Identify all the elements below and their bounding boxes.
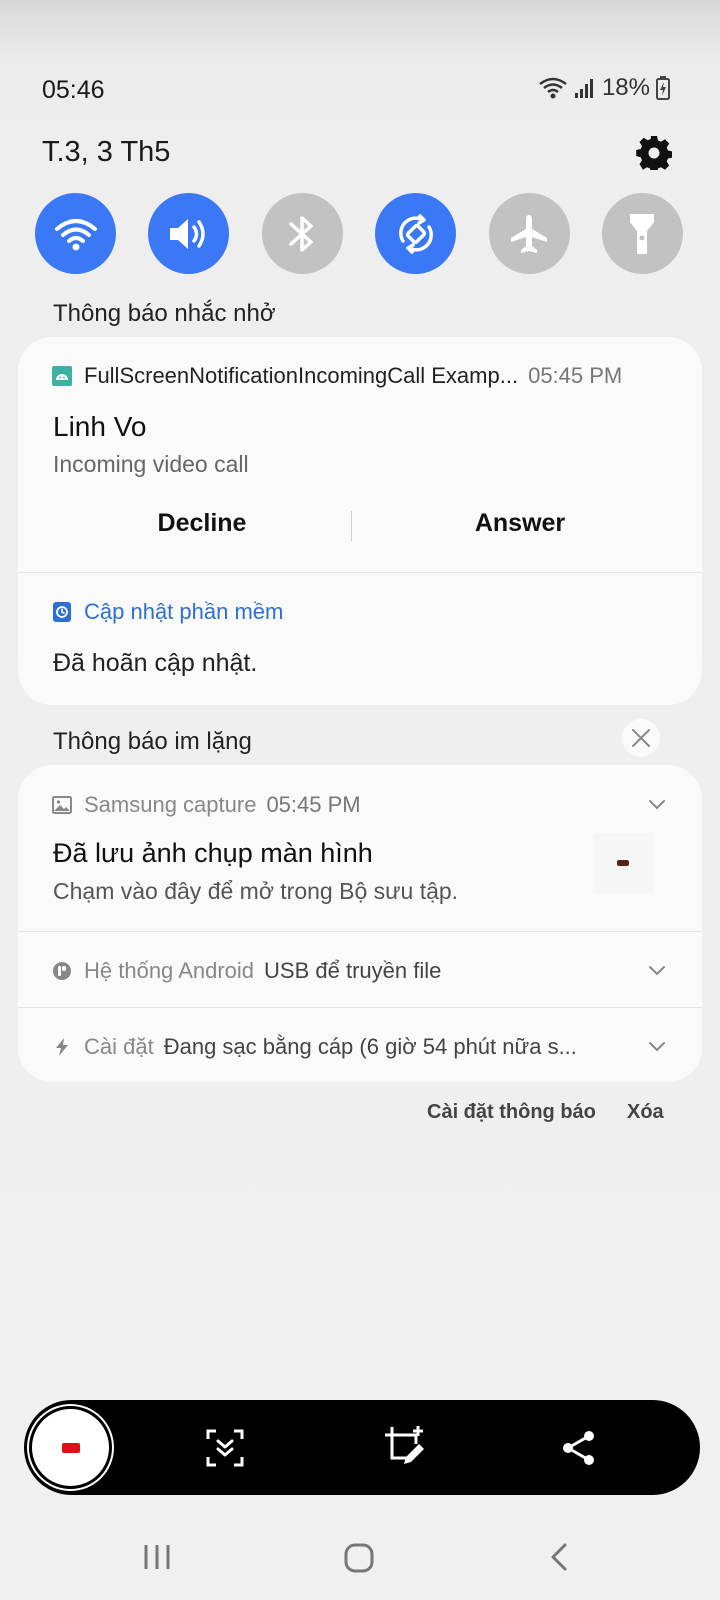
qs-flashlight-toggle[interactable] — [601, 193, 683, 274]
back-icon[interactable] — [547, 1542, 571, 1572]
charging-notification-text: Đang sạc bằng cáp (6 giờ 54 phút nữa s..… — [163, 1034, 577, 1059]
cell-signal-icon — [574, 79, 593, 98]
decline-button[interactable]: Decline — [52, 509, 352, 538]
caller-name: Linh Vo — [53, 411, 147, 442]
capture-title: Đã lưu ảnh chụp màn hình — [53, 838, 373, 868]
notification-settings-link[interactable]: Cài đặt thông báo — [427, 1101, 596, 1124]
android-notification-header: Hệ thống Android USB để truyền file — [52, 958, 441, 984]
status-time: 05:46 — [42, 76, 105, 104]
charging-app-name: Cài đặt — [84, 1034, 154, 1059]
qs-bluetooth-toggle[interactable] — [261, 193, 343, 274]
recent-apps-icon[interactable] — [143, 1542, 173, 1572]
qs-airplane-toggle[interactable] — [488, 193, 570, 274]
action-divider — [351, 511, 352, 541]
qs-sound-toggle[interactable] — [148, 193, 230, 274]
speaker-icon — [169, 218, 205, 249]
preview-mark — [61, 1442, 80, 1453]
clear-silent-button[interactable] — [622, 719, 660, 757]
navigation-bar — [0, 1530, 720, 1585]
settings-gear-icon[interactable] — [636, 134, 672, 170]
call-notification-time: 05:45 PM — [528, 363, 623, 388]
clear-all-link[interactable]: Xóa — [627, 1101, 664, 1124]
capture-notification-header: Samsung capture 05:45 PM — [52, 792, 361, 818]
alerting-section-label: Thông báo nhắc nhở — [53, 300, 276, 327]
update-notification-header: Cập nhật phần mềm — [52, 599, 283, 625]
capture-app-name: Samsung capture — [84, 792, 257, 817]
airplane-icon — [511, 214, 548, 253]
screenshot-preview-button[interactable] — [29, 1406, 112, 1489]
call-notification-header: FullScreenNotificationIncomingCall Examp… — [52, 363, 622, 389]
screenshot-thumbnail — [593, 833, 653, 893]
chevron-down-icon[interactable] — [646, 959, 668, 981]
capture-notification-time: 05:45 PM — [266, 792, 361, 817]
gallery-image-icon — [52, 796, 72, 814]
date-row: T.3, 3 Th5 — [42, 132, 678, 172]
lightning-bolt-icon — [56, 1038, 68, 1056]
bluetooth-icon — [289, 215, 314, 252]
date-text: T.3, 3 Th5 — [42, 136, 171, 168]
call-app-name: FullScreenNotificationIncomingCall Examp… — [84, 363, 519, 388]
auto-rotate-icon — [398, 213, 433, 254]
software-update-notification[interactable]: Cập nhật phần mềm Đã hoãn cập nhật. — [18, 573, 702, 705]
software-update-icon — [53, 602, 71, 622]
wifi-signal-icon — [539, 77, 567, 99]
flashlight-icon — [630, 213, 655, 254]
quick-settings-row — [35, 193, 683, 275]
android-system-notification[interactable]: Hệ thống Android USB để truyền file — [18, 932, 702, 1007]
close-icon — [632, 729, 650, 747]
charging-notification[interactable]: Cài đặt Đang sạc bằng cáp (6 giờ 54 phút… — [18, 1008, 702, 1082]
home-icon[interactable] — [343, 1542, 375, 1574]
silent-section-label: Thông báo im lặng — [53, 728, 252, 755]
wifi-icon — [54, 218, 97, 250]
alerting-notifications-card: FullScreenNotificationIncomingCall Examp… — [18, 337, 702, 705]
answer-button[interactable]: Answer — [370, 509, 670, 538]
silent-notifications-card: Samsung capture 05:45 PM Đã lưu ảnh chụp… — [18, 765, 702, 1082]
android-app-icon — [52, 366, 72, 386]
screenshot-toolbar — [24, 1400, 700, 1495]
android-app-name: Hệ thống Android — [84, 958, 255, 983]
call-description: Incoming video call — [53, 451, 249, 477]
capture-text: Chạm vào đây để mở trong Bộ sưu tập. — [53, 878, 459, 904]
chevron-down-icon[interactable] — [646, 793, 668, 815]
call-notification[interactable]: FullScreenNotificationIncomingCall Examp… — [18, 337, 702, 573]
update-text: Đã hoãn cập nhật. — [53, 649, 258, 677]
status-bar: 05:46 18% — [42, 70, 670, 110]
charging-notification-header: Cài đặt Đang sạc bằng cáp (6 giờ 54 phút… — [52, 1034, 577, 1060]
thumbnail-mark — [617, 860, 629, 866]
chevron-down-icon[interactable] — [646, 1035, 668, 1057]
battery-percent: 18% — [601, 74, 650, 101]
status-icons: 18% — [538, 74, 670, 102]
android-notification-text: USB để truyền file — [264, 958, 442, 983]
scroll-capture-icon[interactable] — [204, 1427, 246, 1469]
battery-charging-icon — [656, 76, 670, 100]
qs-wifi-toggle[interactable] — [35, 193, 116, 274]
qs-auto-rotate-toggle[interactable] — [375, 193, 457, 274]
screenshot-notification[interactable]: Samsung capture 05:45 PM Đã lưu ảnh chụp… — [18, 765, 702, 931]
crop-edit-icon[interactable] — [382, 1424, 428, 1470]
update-app-name: Cập nhật phần mềm — [84, 599, 284, 624]
share-icon[interactable] — [558, 1427, 600, 1469]
android-system-icon — [53, 962, 71, 980]
